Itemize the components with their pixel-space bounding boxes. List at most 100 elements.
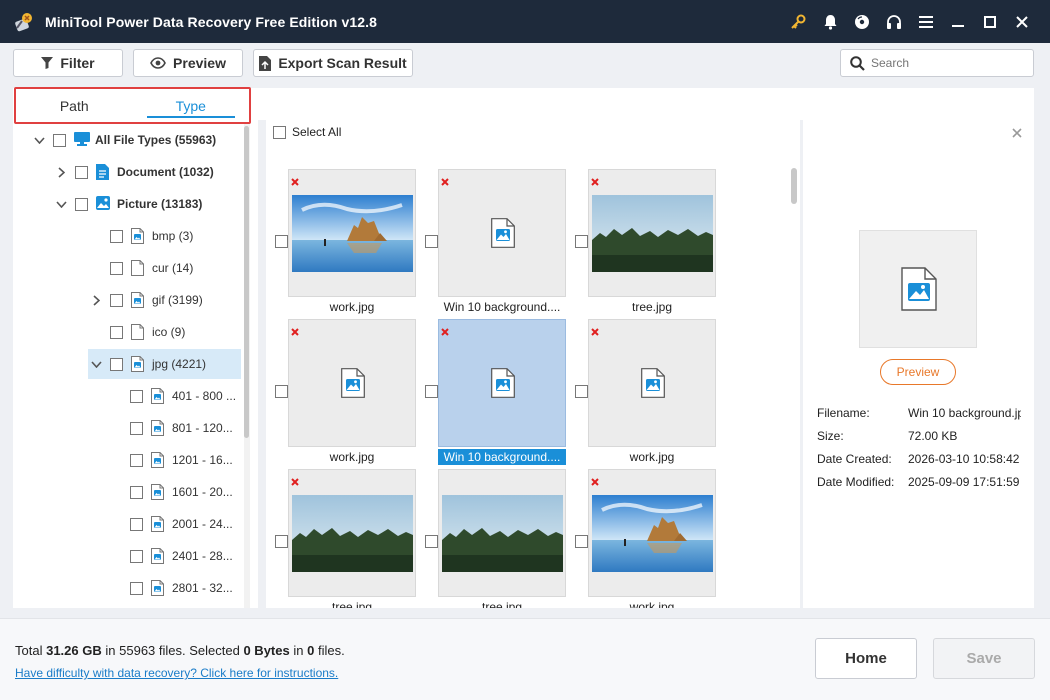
tree-item[interactable]: All File Types (55963) [33,125,216,155]
tree-item-checkbox[interactable] [130,453,143,467]
file-thumbnail-card[interactable] [288,319,416,447]
file-name-caption: tree.jpg [331,600,373,608]
close-icon[interactable] [1006,0,1038,43]
save-button[interactable]: Save [933,638,1035,679]
tree-item-checkbox[interactable] [130,485,143,499]
document-icon [96,164,110,180]
file-checkbox[interactable] [575,385,588,398]
detail-label: Size: [817,429,844,443]
tree-item[interactable]: 2801 - 32... [110,573,233,603]
file-checkbox[interactable] [275,235,288,248]
preview-toolbar-button[interactable]: Preview [133,49,243,77]
total-prefix: Total [15,643,43,658]
preview-thumbnail [859,230,977,348]
forest-photo-thumbnail [292,495,413,572]
maximize-icon[interactable] [974,0,1006,43]
tree-item-checkbox[interactable] [53,133,66,147]
tree-item-checkbox[interactable] [110,357,123,371]
chevron-down-icon[interactable] [90,358,102,370]
file-checkbox[interactable] [275,385,288,398]
export-label: Export Scan Result [278,55,407,71]
tree-item-checkbox[interactable] [130,581,143,595]
disc-icon[interactable] [846,0,878,43]
preview-close-icon[interactable] [1012,127,1024,139]
select-all[interactable]: Select All [273,125,341,139]
chevron-down-icon[interactable] [33,134,45,146]
beach-photo-thumbnail [592,495,713,572]
tree-item-checkbox[interactable] [75,197,88,211]
image-file-icon [151,484,165,500]
tree-item-checkbox[interactable] [130,421,143,435]
file-checkbox[interactable] [275,535,288,548]
home-button[interactable]: Home [815,638,917,679]
chevron-right-icon[interactable] [90,294,102,306]
deleted-mark-icon [591,475,600,486]
help-link[interactable]: Have difficulty with data recovery? Clic… [15,666,338,680]
export-scan-result-button[interactable]: Export Scan Result [253,49,413,77]
image-file-icon [901,267,937,311]
tree-item-checkbox[interactable] [130,549,143,563]
tree-item[interactable]: 401 - 800 ... [110,381,236,411]
tree-item-checkbox[interactable] [110,261,123,275]
selected-size: 0 Bytes [243,643,290,658]
tree-item-checkbox[interactable] [110,229,123,243]
tree-item-checkbox[interactable] [130,389,143,403]
tab-type[interactable]: Type [133,89,250,122]
tree-scrollbar-thumb[interactable] [244,126,249,438]
tree-item[interactable]: gif (3199) [90,285,203,315]
file-checkbox[interactable] [425,385,438,398]
eye-icon [150,57,166,69]
chevron-right-icon[interactable] [55,166,67,178]
select-all-checkbox[interactable] [273,125,286,139]
headphones-icon[interactable] [878,0,910,43]
detail-label: Filename: [817,406,870,420]
file-checkbox[interactable] [575,535,588,548]
tree-scrollbar[interactable] [244,124,250,608]
file-thumbnail-card[interactable] [438,169,566,297]
tree-item[interactable]: ico (9) [90,317,185,347]
search-input[interactable] [871,56,1021,70]
file-checkbox[interactable] [575,235,588,248]
tree-item-checkbox[interactable] [110,325,123,339]
selected-files: 0 [307,643,315,658]
file-thumbnail-card[interactable] [288,169,416,297]
tree-item[interactable]: jpg (4221) [88,349,241,379]
file-thumbnail-card[interactable] [588,319,716,447]
tree-item[interactable]: 2001 - 24... [110,509,233,539]
tab-path[interactable]: Path [16,89,133,122]
beach-photo-thumbnail [292,195,413,272]
forest-photo-thumbnail [442,495,563,572]
filter-button[interactable]: Filter [13,49,123,77]
tree-item-label: 2401 - 28... [172,549,233,563]
tree-item-checkbox[interactable] [110,293,123,307]
minimize-icon[interactable] [942,0,974,43]
search-box[interactable] [840,49,1034,77]
file-thumbnail-card[interactable] [438,469,566,597]
bell-icon[interactable] [814,0,846,43]
tree-item-checkbox[interactable] [130,517,143,531]
tree-item[interactable]: 1601 - 20... [110,477,233,507]
key-icon[interactable] [782,0,814,43]
tree-item[interactable]: Document (1032) [55,157,214,187]
preview-button[interactable]: Preview [880,359,956,385]
file-thumbnail-card[interactable] [588,169,716,297]
tree-item[interactable]: 801 - 120... [110,413,233,443]
file-checkbox[interactable] [425,235,438,248]
detail-label: Date Created: [817,452,892,466]
tree-item[interactable]: 1201 - 16... [110,445,233,475]
tree-item-checkbox[interactable] [75,165,88,179]
tree-item[interactable]: Picture (13183) [55,189,202,219]
file-name-caption: Win 10 background.... [438,449,566,465]
menu-icon[interactable] [910,0,942,43]
file-name-caption: work.jpg [629,450,675,464]
chevron-down-icon[interactable] [55,198,67,210]
file-checkbox[interactable] [425,535,438,548]
tree-item[interactable]: 2401 - 28... [110,541,233,571]
tree-item[interactable]: cur (14) [90,253,193,283]
tree-item[interactable]: bmp (3) [90,221,193,251]
file-thumbnail-card[interactable] [588,469,716,597]
file-thumbnail-card[interactable] [288,469,416,597]
file-thumbnail-card[interactable] [438,319,566,447]
grid-scrollbar-thumb[interactable] [791,168,797,204]
